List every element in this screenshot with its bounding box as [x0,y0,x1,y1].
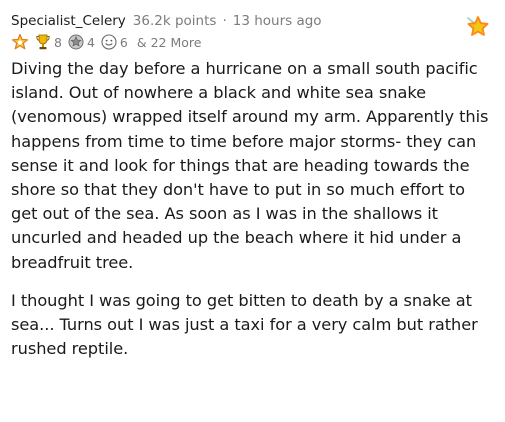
more-awards-link[interactable]: & 22 More [137,35,202,50]
silver-medal-award-icon [67,33,85,51]
award-count: 4 [86,34,95,50]
wholesome-award-icon [100,33,118,51]
username-link[interactable]: Specialist_Celery [11,13,126,29]
comment-body: Diving the day before a hurricane on a s… [11,57,493,361]
award-count: 6 [119,34,128,50]
comment: Specialist_Celery 36.2k points · 13 hour… [0,0,505,422]
award-count: 8 [54,34,62,50]
comment-age: 13 hours ago [232,13,322,29]
award-1[interactable] [11,33,29,51]
star-award-icon[interactable] [465,14,491,40]
trophy-award-icon [34,33,52,51]
awards-row[interactable]: 8 4 6 & 22 More [11,32,495,52]
award-4[interactable]: 6 [100,33,128,51]
star-burst-award-icon [11,33,29,51]
award-3[interactable]: 4 [67,33,95,51]
meta-separator: · [222,13,227,29]
comment-paragraph: I thought I was going to get bitten to d… [11,290,478,359]
award-2[interactable]: 8 [34,33,62,51]
comment-meta: Specialist_Celery 36.2k points · 13 hour… [11,10,495,32]
comment-paragraph: Diving the day before a hurricane on a s… [11,59,489,272]
points-count: 36.2k points [132,13,217,29]
